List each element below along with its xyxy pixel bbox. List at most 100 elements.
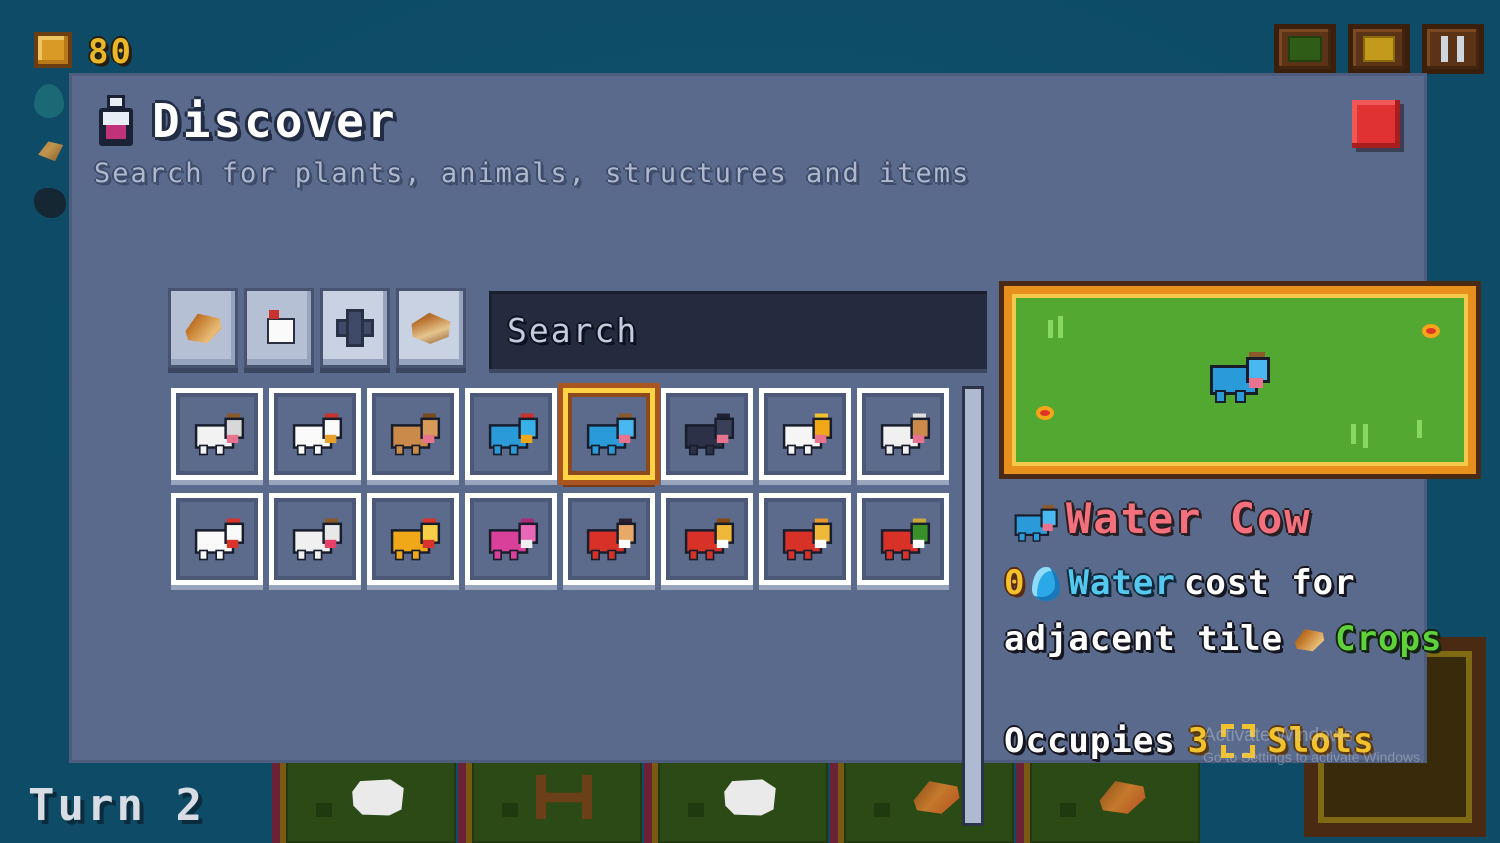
item-slot-king-crab[interactable] bbox=[759, 493, 851, 585]
item-slot-brown-cow[interactable] bbox=[367, 388, 459, 480]
map-icon bbox=[1288, 36, 1322, 62]
slots-count: 3 bbox=[1187, 720, 1210, 761]
night-cow-sprite-icon bbox=[682, 413, 732, 455]
board-tile[interactable] bbox=[458, 757, 642, 843]
item-slot-cow[interactable] bbox=[171, 388, 263, 480]
item-slot-small-crab[interactable] bbox=[563, 493, 655, 585]
detail-panel: Water Cow 0 Water cost for adjacent tile… bbox=[1004, 286, 1476, 761]
page-title: Discover bbox=[152, 94, 398, 148]
board-tile[interactable] bbox=[644, 757, 828, 843]
crop-icon bbox=[34, 136, 74, 176]
wood-icon bbox=[411, 312, 451, 344]
filter-tab-structures[interactable] bbox=[320, 288, 390, 368]
coin-icon bbox=[34, 32, 72, 72]
king-crab-sprite-icon bbox=[780, 518, 830, 560]
grass-icon bbox=[1048, 320, 1053, 338]
grid-cell bbox=[364, 388, 462, 493]
chicken-icon bbox=[257, 308, 301, 348]
grid-cell bbox=[364, 493, 462, 598]
tile-glyph-icon bbox=[874, 803, 890, 817]
chest-icon bbox=[1363, 36, 1395, 62]
search-placeholder: Search bbox=[507, 310, 639, 350]
structure-icon bbox=[333, 308, 377, 348]
cow-sprite-icon bbox=[192, 413, 242, 455]
hud-top-right-buttons bbox=[1274, 24, 1484, 74]
item-slot-chicken[interactable] bbox=[269, 388, 361, 480]
tile-glyph-icon bbox=[316, 803, 332, 817]
crab-sprite-icon bbox=[682, 518, 732, 560]
item-slot-blue-chicken[interactable] bbox=[465, 388, 557, 480]
grid-cell bbox=[756, 388, 854, 493]
grass-icon bbox=[1363, 424, 1368, 448]
slots-label: Occupies bbox=[1004, 720, 1176, 761]
item-slot-spotted-cow[interactable] bbox=[269, 493, 361, 585]
cost-number: 0 bbox=[1004, 563, 1025, 603]
fence-icon bbox=[536, 775, 592, 819]
resource-coins: 80 bbox=[34, 26, 131, 78]
board-tile[interactable] bbox=[272, 757, 456, 843]
crop-icon bbox=[1294, 629, 1325, 652]
grid-cell bbox=[266, 493, 364, 598]
cost-text-1: cost for bbox=[1183, 563, 1356, 603]
item-slot-night-cow[interactable] bbox=[661, 388, 753, 480]
small-crab-sprite-icon bbox=[584, 518, 634, 560]
crop-icon bbox=[185, 313, 222, 344]
board-tile[interactable] bbox=[1016, 757, 1200, 843]
grid-scrollbar[interactable] bbox=[962, 386, 984, 826]
discover-item-grid bbox=[168, 388, 954, 598]
flower-icon bbox=[1036, 406, 1054, 420]
grid-cell bbox=[462, 493, 560, 598]
cost-resource: Water bbox=[1068, 563, 1176, 603]
search-input[interactable]: Search bbox=[489, 291, 987, 369]
grid-cell bbox=[462, 388, 560, 493]
item-slot-pink-block[interactable] bbox=[465, 493, 557, 585]
filter-tab-plants[interactable] bbox=[168, 288, 238, 368]
water-drop-icon bbox=[34, 84, 74, 124]
preview-frame bbox=[1004, 286, 1476, 474]
grid-cell bbox=[168, 493, 266, 598]
water-cow-preview-icon bbox=[1207, 352, 1273, 408]
map-button[interactable] bbox=[1274, 24, 1336, 74]
inventory-button[interactable] bbox=[1348, 24, 1410, 74]
green-crab-sprite-icon bbox=[878, 518, 928, 560]
category-filter-tabs bbox=[168, 288, 466, 368]
cow-sprite-icon bbox=[352, 779, 404, 816]
water-cow-icon bbox=[1004, 498, 1056, 541]
detail-item-name: Water Cow bbox=[1066, 494, 1312, 543]
grid-cell bbox=[658, 388, 756, 493]
chicken-sprite-icon bbox=[290, 413, 340, 455]
brown-cow-sprite-icon bbox=[388, 413, 438, 455]
spotted-cow-sprite-icon bbox=[290, 518, 340, 560]
close-button[interactable] bbox=[1352, 100, 1400, 148]
crop-icon bbox=[913, 781, 960, 814]
flower-icon bbox=[1422, 324, 1440, 338]
grid-cell bbox=[560, 388, 658, 493]
item-slot-highland-cow[interactable] bbox=[857, 388, 949, 480]
water-cow-sprite-icon bbox=[1012, 504, 1056, 541]
tile-glyph-icon bbox=[502, 803, 518, 817]
tools-button[interactable] bbox=[1422, 24, 1484, 74]
item-slot-chick[interactable] bbox=[367, 493, 459, 585]
modal-header: Discover Search for plants, animals, str… bbox=[72, 76, 1424, 189]
item-slot-golden-cow[interactable] bbox=[759, 388, 851, 480]
crop-icon bbox=[1099, 781, 1146, 814]
grid-cell bbox=[560, 493, 658, 598]
tile-glyph-icon bbox=[1060, 803, 1076, 817]
item-slot-crab[interactable] bbox=[661, 493, 753, 585]
grid-scrollbar-thumb[interactable] bbox=[962, 386, 984, 826]
grass-icon bbox=[1058, 316, 1063, 338]
discover-modal: Discover Search for plants, animals, str… bbox=[72, 76, 1476, 826]
flask-icon bbox=[94, 95, 138, 147]
board-tile[interactable] bbox=[830, 757, 1014, 843]
grid-cell bbox=[266, 388, 364, 493]
item-slot-green-crab[interactable] bbox=[857, 493, 949, 585]
filter-tab-items[interactable] bbox=[396, 288, 466, 368]
grass-icon bbox=[1351, 424, 1356, 444]
rooster-sprite-icon bbox=[192, 518, 242, 560]
filter-tab-animals[interactable] bbox=[244, 288, 314, 368]
item-slot-rooster[interactable] bbox=[171, 493, 263, 585]
item-slot-water-cow[interactable] bbox=[563, 388, 655, 480]
tile-glyph-icon bbox=[688, 803, 704, 817]
grass-icon bbox=[1417, 420, 1422, 438]
tools-icon bbox=[1437, 34, 1469, 64]
